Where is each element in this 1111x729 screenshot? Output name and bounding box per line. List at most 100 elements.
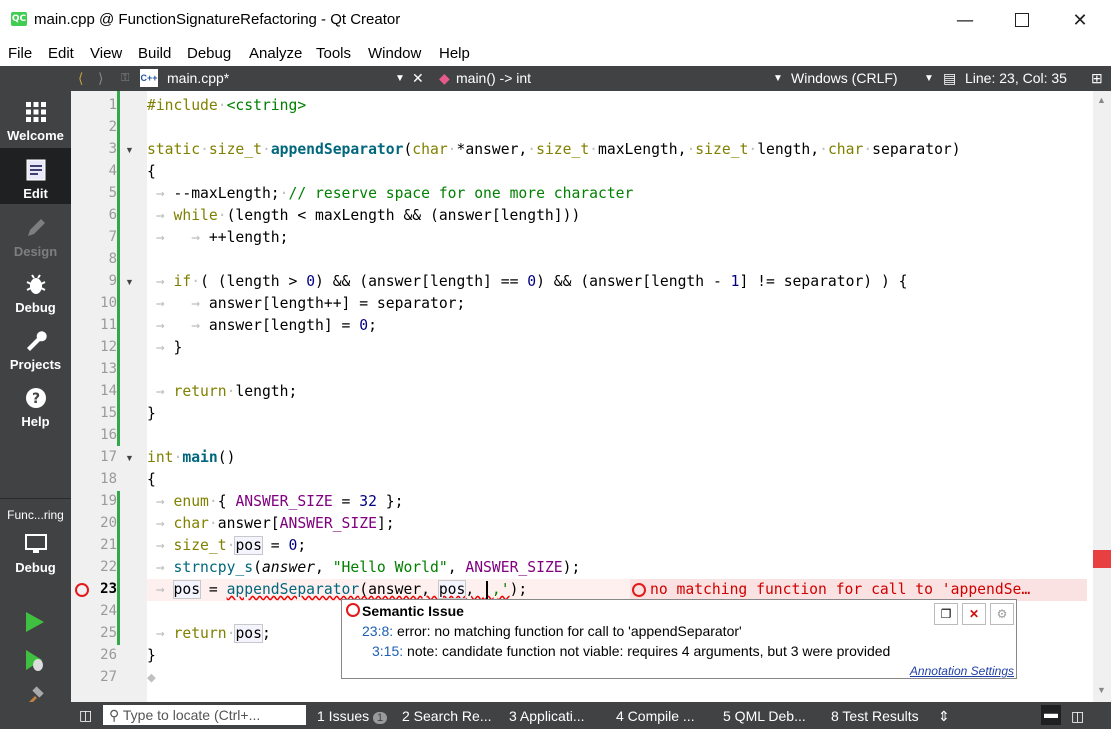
pane-search-results[interactable]: 2 Search Re... (402, 708, 492, 724)
edit-document-icon (26, 159, 45, 181)
function-declaration: appendSeparator (270, 141, 404, 158)
change-marker-bar (117, 91, 120, 446)
line-endings-dropdown-arrow-icon[interactable]: ▼ (924, 73, 934, 84)
pane-test-results[interactable]: 8 Test Results (831, 708, 919, 724)
mode-design-label: Design (13, 244, 58, 259)
back-arrow-icon[interactable]: ⟨ (78, 70, 83, 87)
close-button[interactable]: ✕ (1051, 0, 1109, 40)
symbol-combo[interactable]: main() -> int (456, 70, 531, 86)
line-number[interactable]: 3 (71, 141, 117, 157)
menu-edit[interactable]: Edit (48, 45, 74, 62)
cpp-file-icon: C++ (140, 69, 158, 87)
line-number[interactable]: 7 (71, 229, 117, 245)
debug-run-button[interactable] (22, 648, 46, 675)
toggle-progress-icon[interactable]: ▬ (1041, 705, 1061, 725)
mode-sidebar: Welcome Edit Design Debug Projects ? Hel… (0, 90, 71, 729)
line-number[interactable]: 5 (71, 185, 117, 201)
sidebar-divider (0, 498, 71, 499)
copy-to-clipboard-button[interactable]: ❐ (934, 603, 958, 625)
scroll-up-arrow-icon[interactable]: ▲ (1097, 95, 1106, 105)
menu-help[interactable]: Help (439, 45, 470, 62)
toggle-right-sidebar-icon[interactable]: ◫ (1071, 708, 1084, 725)
disable-diagnostic-button[interactable]: ✕ (962, 603, 986, 625)
close-document-icon[interactable]: ✕ (412, 70, 424, 87)
inline-error-text[interactable]: no matching function for call to 'append… (650, 581, 1084, 598)
mode-debug-label: Debug (15, 300, 56, 315)
mode-edit[interactable]: Edit (0, 148, 71, 204)
diagnostic-settings-button[interactable]: ⚙ (990, 603, 1014, 625)
error-location-link[interactable]: 23:8: (362, 623, 393, 639)
run-button[interactable] (22, 610, 46, 637)
line-number[interactable]: 13 (71, 361, 117, 377)
minimize-button[interactable]: — (936, 0, 994, 40)
menu-tools[interactable]: Tools (316, 45, 351, 62)
menu-analyze[interactable]: Analyze (249, 45, 302, 62)
line-number[interactable]: 11 (71, 317, 117, 333)
error-scroll-marker[interactable] (1093, 550, 1111, 568)
mode-projects[interactable]: Projects (0, 329, 71, 379)
locator-input[interactable]: ⚲ Type to locate (Ctrl+... (103, 705, 306, 725)
line-number[interactable]: 9 (71, 273, 117, 289)
pane-compile-output[interactable]: 4 Compile ... (616, 708, 695, 724)
mode-projects-label: Projects (9, 357, 62, 372)
line-number[interactable]: 4 (71, 163, 117, 179)
code-line-5: → --maxLength;·// reserve space for one … (147, 185, 634, 202)
menu-file[interactable]: File (8, 45, 32, 62)
line-number[interactable]: 20 (71, 515, 117, 531)
line-number[interactable]: 16 (71, 427, 117, 443)
line-number[interactable]: 23 (71, 581, 117, 597)
scroll-down-arrow-icon[interactable]: ▼ (1097, 685, 1106, 695)
line-number[interactable]: 19 (71, 493, 117, 509)
line-number[interactable]: 2 (71, 119, 117, 135)
line-number[interactable]: 8 (71, 251, 117, 267)
menu-debug[interactable]: Debug (187, 45, 231, 62)
line-endings-combo[interactable]: Windows (CRLF) (791, 70, 898, 86)
line-number[interactable]: 21 (71, 537, 117, 553)
line-number[interactable]: 17 (71, 449, 117, 465)
fold-arrow-icon[interactable]: ▼ (125, 453, 134, 463)
more-panes-arrow-icon[interactable]: ⇕ (938, 708, 950, 725)
fold-arrow-icon[interactable]: ▼ (125, 277, 134, 287)
line-number[interactable]: 14 (71, 383, 117, 399)
split-editor-icon[interactable]: ⊞ (1091, 70, 1103, 87)
symbol-dropdown-arrow-icon[interactable]: ▼ (773, 73, 783, 84)
code-line-15: } (147, 405, 156, 422)
pane-application-output[interactable]: 3 Applicati... (509, 708, 585, 724)
menu-view[interactable]: View (90, 45, 122, 62)
line-number[interactable]: 12 (71, 339, 117, 355)
pane-qml-debugger[interactable]: 5 QML Deb... (723, 708, 806, 724)
line-number[interactable]: 1 (71, 97, 117, 113)
wrench-icon (26, 331, 47, 351)
toggle-sidebar-icon[interactable]: ◫ (79, 707, 92, 724)
line-number[interactable]: 26 (71, 647, 117, 663)
mode-debug[interactable]: Debug (0, 272, 71, 322)
code-line-9: → if·( (length > 0) && (answer[length] =… (147, 273, 908, 290)
line-number[interactable]: 10 (71, 295, 117, 311)
line-number[interactable]: 24 (71, 603, 117, 619)
line-number[interactable]: 15 (71, 405, 117, 421)
line-number[interactable]: 6 (71, 207, 117, 223)
line-number[interactable]: 27 (71, 669, 117, 685)
maximize-button[interactable] (993, 0, 1051, 40)
line-number[interactable]: 18 (71, 471, 117, 487)
editor-scrollbar[interactable]: ▲ ▼ (1093, 91, 1111, 702)
menu-window[interactable]: Window (368, 45, 421, 62)
mode-welcome[interactable]: Welcome (0, 100, 71, 150)
mode-help[interactable]: ? Help (0, 386, 71, 436)
line-number[interactable]: 25 (71, 625, 117, 641)
fold-arrow-icon[interactable]: ▼ (125, 145, 134, 155)
code-line-6: → while·(length < maxLength && (answer[l… (147, 207, 581, 224)
line-number[interactable]: 22 (71, 559, 117, 575)
note-location-link[interactable]: 3:15: (372, 643, 403, 659)
document-dropdown-arrow-icon[interactable]: ▼ (395, 73, 405, 84)
open-document-combo[interactable]: main.cpp* (167, 70, 229, 86)
menu-build[interactable]: Build (138, 45, 171, 62)
kit-selector[interactable]: Func...ring Debug (0, 508, 71, 588)
project-name-label: Func...ring (7, 508, 64, 522)
annotation-settings-link[interactable]: Annotation Settings (910, 664, 1014, 678)
pane-issues[interactable]: 1 Issues 1 (317, 708, 388, 724)
error-icon (346, 603, 360, 617)
forward-arrow-icon[interactable]: ⟩ (98, 70, 103, 87)
diagnostic-tooltip: Semantic Issue 23:8: error: no matching … (341, 599, 1017, 679)
cursor-position[interactable]: Line: 23, Col: 35 (965, 70, 1067, 86)
